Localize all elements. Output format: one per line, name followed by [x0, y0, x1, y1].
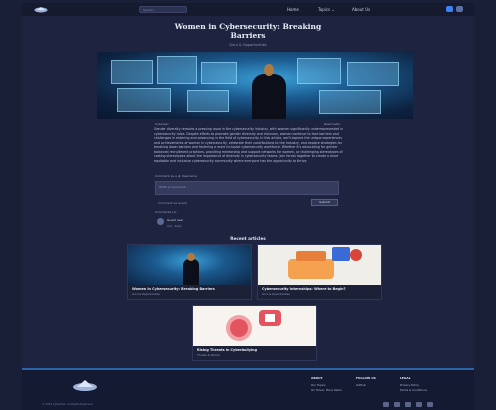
comment-input[interactable]: Write a comment...: [155, 181, 339, 195]
comment-label: Comment as a @ Username: [155, 174, 198, 178]
card-title: Rising Threats in Cyberbullying: [197, 348, 258, 352]
article-title: Women in Cybersecurity: Breaking Barrier…: [174, 22, 322, 40]
submit-button[interactable]: Submit: [311, 199, 338, 206]
card-author: Guru & Opportunities: [132, 293, 160, 296]
instagram-icon[interactable]: [405, 402, 411, 407]
nav-about-link[interactable]: About Us: [352, 6, 370, 13]
comment-actions[interactable]: Like · Reply: [167, 225, 182, 228]
footer-link[interactable]: Privacy Policy: [400, 383, 419, 387]
internship-illustration: [288, 247, 362, 279]
cyberbullying-illustration: [226, 310, 281, 341]
footer: ABOUT Our Topics On Hover, More Items FO…: [22, 368, 474, 410]
footer-legal-title: LEGAL: [400, 376, 411, 380]
card-image: [128, 245, 251, 285]
card-author: Threats & Attacks: [197, 354, 221, 357]
card-title: Cybersecurity Internships: Where to Begi…: [262, 287, 346, 291]
comments-count: Comments (1): [155, 210, 177, 214]
card-title: Women in Cybersecurity: Breaking Barrier…: [132, 287, 215, 291]
nav-topics-link[interactable]: Topics ⌄: [318, 6, 335, 13]
logo-icon[interactable]: [34, 6, 48, 13]
page: Search... Home Topics ⌄ About Us Women i…: [22, 3, 474, 410]
comment-guest-label: Comment as Guest: [158, 201, 187, 205]
user-icon[interactable]: [456, 6, 463, 12]
read-later-link[interactable]: Read Later: [324, 122, 340, 126]
footer-link[interactable]: On Hover, More Items: [311, 388, 342, 392]
article-byline[interactable]: Guru & Opportunities: [162, 43, 334, 47]
footer-follow-title: FOLLOW US: [356, 376, 376, 380]
article-card[interactable]: Rising Threats in Cyberbullying Threats …: [192, 305, 317, 361]
comment-author: Guest user: [167, 218, 184, 222]
recent-articles-heading: Recent articles: [230, 236, 266, 241]
card-image: [193, 306, 316, 346]
moon-icon[interactable]: [446, 6, 453, 12]
dribbble-icon[interactable]: [427, 402, 433, 407]
avatar: [157, 218, 164, 225]
twitter-icon[interactable]: [394, 402, 400, 407]
copyright: © 2024 CyberHub. All Rights Reserved.: [42, 403, 94, 406]
footer-about-title: ABOUT: [311, 376, 323, 380]
footer-link[interactable]: Terms & Conditions: [400, 388, 427, 392]
card-author: Guru & Opportunities: [262, 293, 290, 296]
search-input[interactable]: Search...: [139, 6, 187, 13]
navbar: Search... Home Topics ⌄ About Us: [22, 3, 474, 16]
article-category[interactable]: Cybersec: [155, 122, 169, 126]
facebook-icon[interactable]: [383, 402, 389, 407]
footer-link[interactable]: Our Topics: [311, 383, 326, 387]
article-card[interactable]: Cybersecurity Internships: Where to Begi…: [257, 244, 382, 300]
hero-image: [97, 52, 413, 119]
nav-home-link[interactable]: Home: [287, 6, 299, 13]
footer-link[interactable]: GitHub: [356, 383, 366, 387]
footer-logo-icon[interactable]: [72, 378, 98, 392]
article-card[interactable]: Women in Cybersecurity: Breaking Barrier…: [127, 244, 252, 300]
card-image: [258, 245, 381, 285]
article-body: Gender diversity remains a pressing issu…: [154, 127, 344, 163]
github-icon[interactable]: [416, 402, 422, 407]
